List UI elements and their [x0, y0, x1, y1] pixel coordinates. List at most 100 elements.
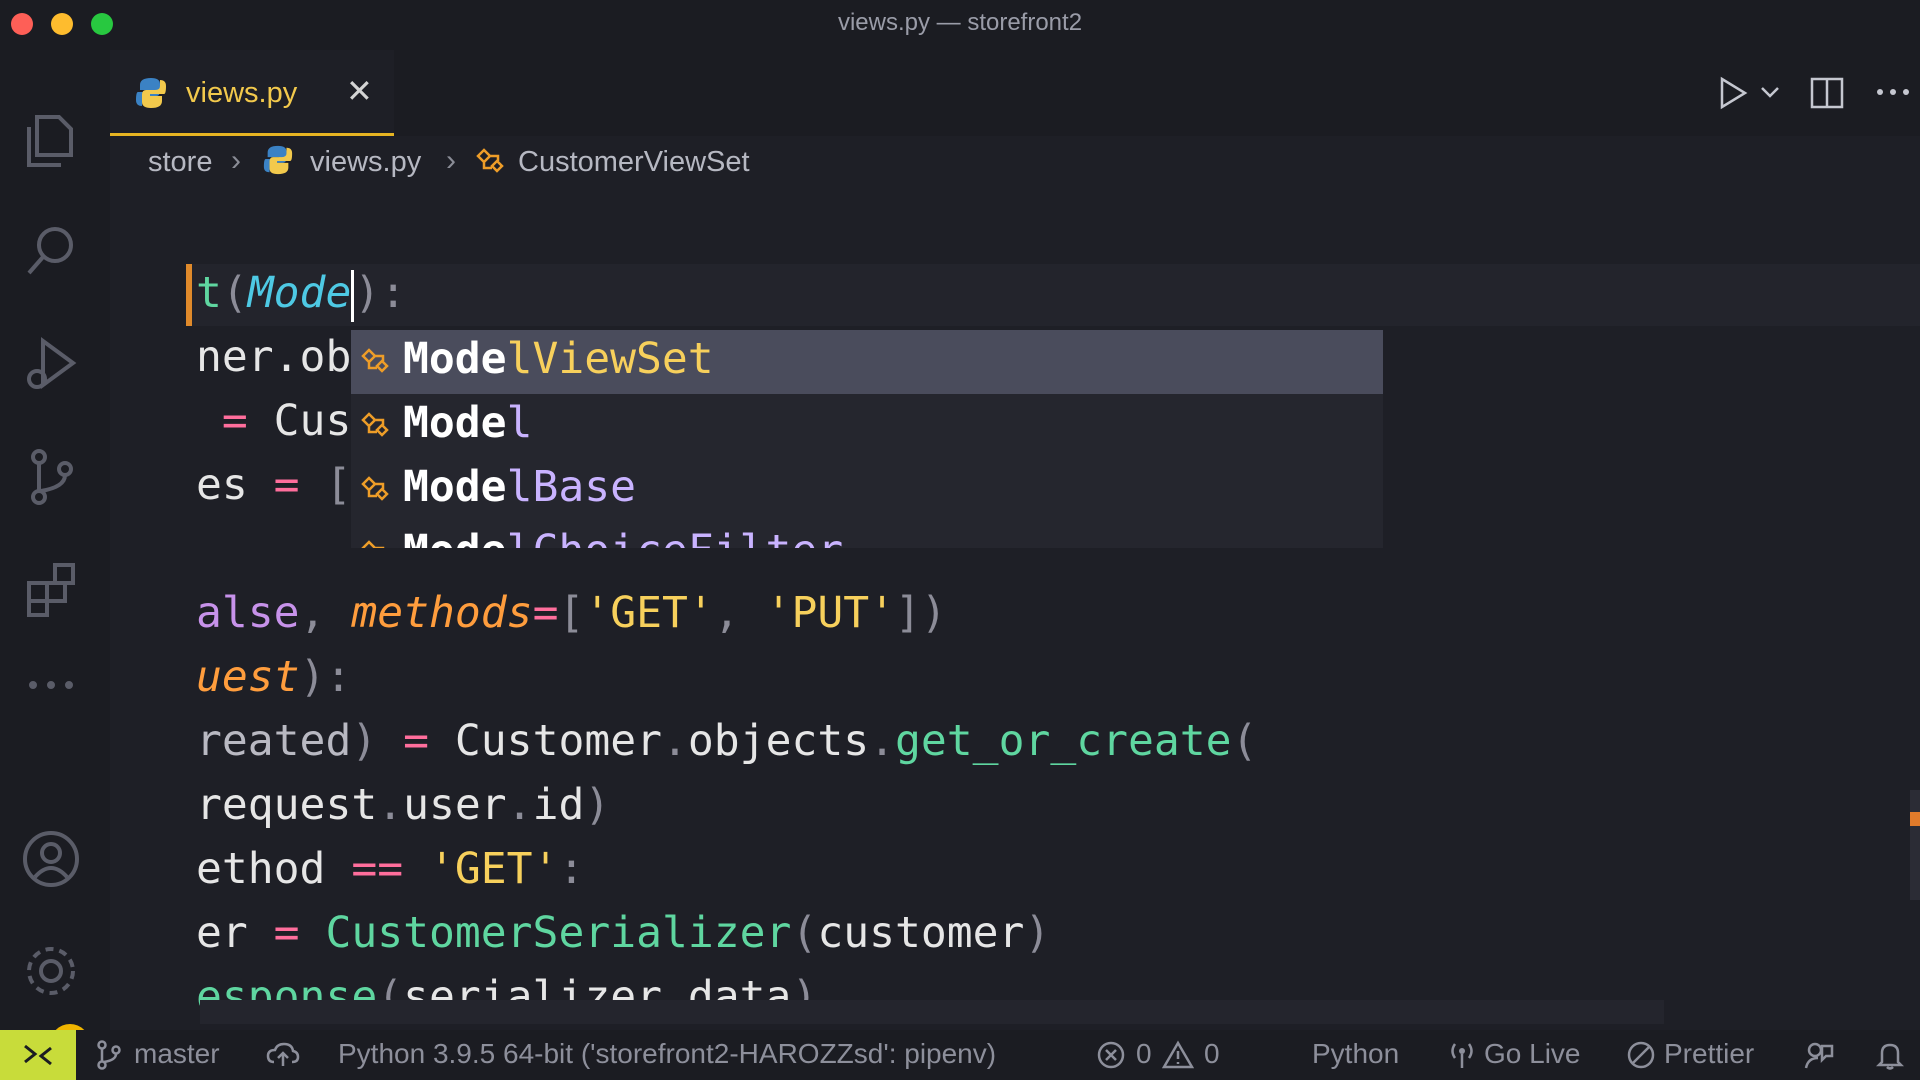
code-token: 'GET' — [429, 844, 559, 894]
remote-indicator-button[interactable] — [0, 1030, 76, 1080]
code-token: , — [299, 588, 326, 638]
code-token: Customer — [454, 716, 663, 766]
run-debug-icon[interactable] — [18, 332, 84, 398]
feedback-icon[interactable] — [1804, 1040, 1834, 1077]
language-mode[interactable]: Python — [1312, 1038, 1399, 1070]
code-token: = — [221, 396, 248, 446]
code-line: es = [ — [196, 460, 351, 510]
git-branch-icon — [96, 1040, 122, 1077]
code-token: t — [196, 268, 222, 318]
suggestion-match: Mode — [403, 398, 507, 448]
run-dropdown-chevron-icon[interactable] — [1760, 86, 1780, 105]
extensions-icon[interactable] — [18, 556, 84, 622]
code-token: reated — [196, 716, 352, 766]
suggestion-item[interactable]: Model — [351, 394, 1383, 458]
python-file-icon — [262, 144, 294, 184]
error-count[interactable]: 0 — [1136, 1038, 1152, 1070]
suggestion-rest: lChoiceFilter — [507, 526, 844, 548]
split-editor-icon[interactable] — [1810, 76, 1844, 115]
prettier-icon — [1626, 1040, 1656, 1077]
code-token: ( — [791, 908, 818, 958]
title-bar: views.py — storefront2 — [0, 0, 1920, 50]
code-token: . — [377, 780, 404, 830]
code-token: = — [273, 908, 300, 958]
error-icon — [1096, 1040, 1126, 1077]
activity-bar: 1 — [0, 50, 110, 1064]
suggestion-item[interactable]: ModelBase — [351, 458, 1383, 522]
breadcrumb-chevron-icon: › — [446, 144, 456, 177]
git-branch-label[interactable]: master — [134, 1038, 220, 1070]
suggestion-rest: lViewSet — [506, 334, 714, 384]
code-token: ) — [354, 268, 381, 318]
code-token: objects — [687, 716, 870, 766]
sync-cloud-icon[interactable] — [266, 1042, 300, 1075]
run-python-file-icon[interactable] — [1718, 76, 1748, 115]
tab-close-icon[interactable]: ✕ — [346, 72, 373, 110]
suggestion-item-selected[interactable]: ModelViewSet — [351, 330, 1383, 394]
suggestion-item[interactable]: ModelChoiceFilter — [351, 522, 1383, 548]
breadcrumb-folder[interactable]: store — [148, 146, 212, 179]
python-interpreter[interactable]: Python 3.9.5 64-bit ('storefront2-HAROZZ… — [338, 1038, 996, 1070]
code-token: ( — [221, 268, 248, 318]
window-title: views.py — storefront2 — [837, 9, 1083, 36]
code-token: . — [662, 716, 688, 766]
code-line: alse, methods=['GET', 'PUT']) — [196, 588, 947, 638]
code-token: 'PUT' — [765, 588, 896, 638]
code-token: ): — [299, 652, 352, 702]
code-token: . — [506, 780, 533, 830]
warning-count[interactable]: 0 — [1204, 1038, 1220, 1070]
horizontal-scrollbar[interactable] — [200, 1000, 1664, 1024]
code-token: CustomerSerializer — [325, 908, 792, 958]
code-line: request.user.id) — [196, 780, 610, 830]
code-token: ) — [1024, 908, 1051, 958]
code-token: == — [351, 844, 404, 894]
prettier-button[interactable]: Prettier — [1664, 1038, 1754, 1070]
code-token: : — [558, 844, 585, 894]
code-line: uest): — [196, 652, 351, 702]
code-token: ]) — [895, 588, 947, 638]
explorer-icon[interactable] — [18, 108, 84, 174]
source-control-icon[interactable] — [18, 444, 84, 510]
breadcrumb-chevron-icon: › — [231, 144, 241, 177]
status-bar: master Python 3.9.5 64-bit ('storefront2… — [0, 1030, 1920, 1080]
vertical-scrollbar[interactable] — [1910, 790, 1920, 900]
code-token: ) — [584, 780, 611, 830]
settings-gear-icon[interactable] — [18, 938, 84, 1004]
code-line: = Cus — [196, 396, 351, 446]
class-symbol-icon — [359, 538, 393, 548]
tab-bar: views.py ✕ — [110, 50, 1920, 136]
code-token: = — [403, 716, 430, 766]
tab-views-py[interactable]: views.py ✕ — [110, 50, 394, 136]
notifications-bell-icon[interactable] — [1875, 1040, 1905, 1077]
breadcrumb: store › views.py › CustomerViewSet — [110, 136, 1920, 194]
more-actions-icon[interactable] — [1876, 84, 1910, 102]
code-line: ethod == 'GET': — [196, 844, 584, 894]
code-token: get_or_create — [895, 716, 1232, 766]
code-token: Mode — [247, 268, 352, 318]
search-icon[interactable] — [18, 220, 84, 286]
code-line: reated) = Customer.objects.get_or_create… — [196, 716, 1257, 766]
suggest-widget: ModelViewSet Model ModelBase ModelChoice… — [351, 330, 1383, 548]
overview-ruler-marker — [1910, 812, 1920, 826]
more-views-icon[interactable] — [18, 652, 84, 718]
code-token: : — [380, 268, 407, 318]
current-line-gutter-marker — [186, 264, 192, 326]
code-token: id — [532, 780, 585, 830]
code-token: = — [273, 460, 300, 510]
code-token: es — [196, 460, 248, 510]
class-symbol-icon — [359, 346, 393, 381]
suggestion-match: Mode — [403, 334, 507, 384]
code-token: Cus — [273, 396, 352, 446]
class-symbol-icon — [474, 146, 508, 184]
go-live-button[interactable]: Go Live — [1484, 1038, 1581, 1070]
code-token: ) — [351, 716, 378, 766]
breadcrumb-symbol[interactable]: CustomerViewSet — [518, 146, 750, 179]
suggestion-match: Mode — [403, 526, 507, 548]
code-token: ( — [1231, 716, 1258, 766]
breadcrumb-file[interactable]: views.py — [310, 146, 421, 179]
accounts-icon[interactable] — [18, 826, 84, 892]
tab-label: views.py — [186, 77, 298, 109]
code-token: ethod — [196, 844, 326, 894]
code-token: [ — [558, 588, 585, 638]
code-editor[interactable]: t(Mode): ner.ob = Cus es = [ alse, metho… — [110, 194, 1920, 1030]
